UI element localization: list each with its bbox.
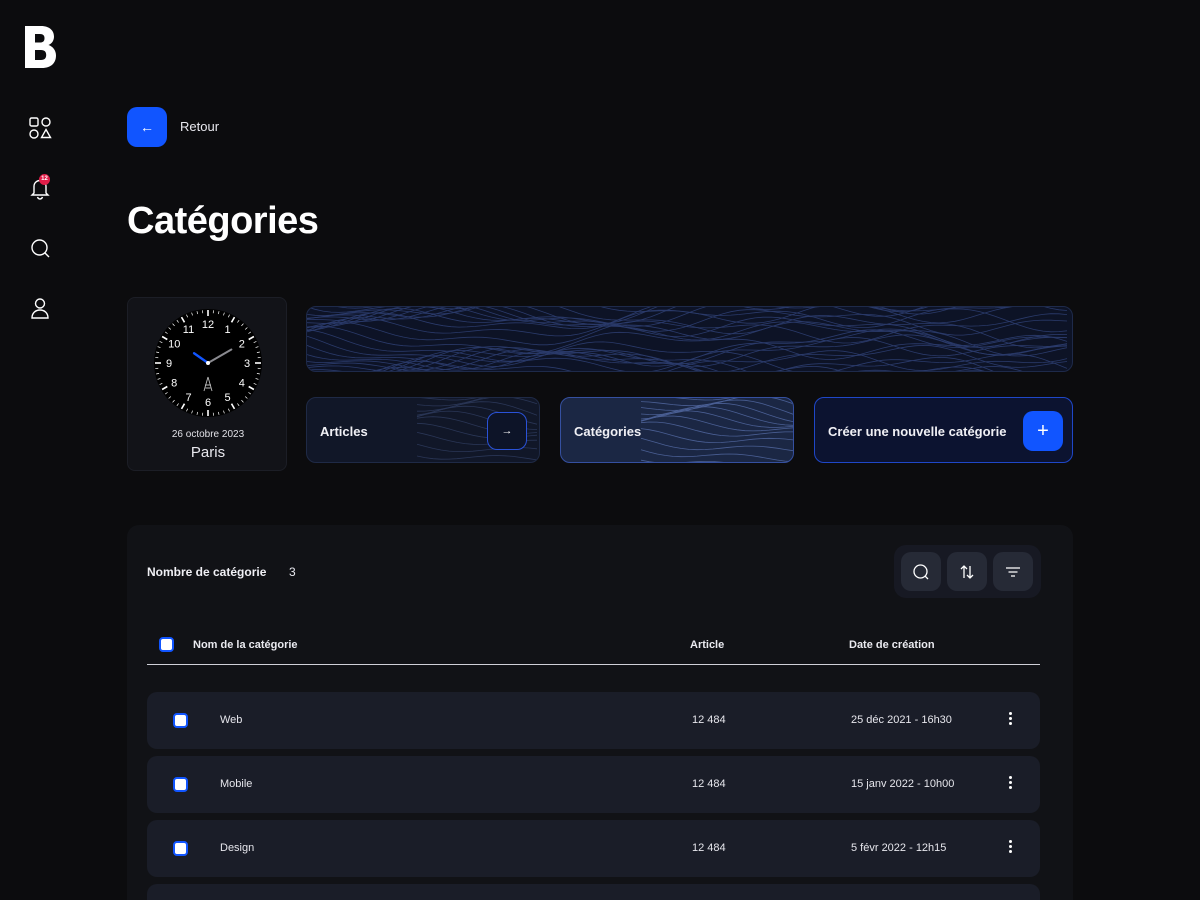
clock-numeral: 11 xyxy=(183,324,194,336)
clock-center xyxy=(206,361,210,365)
row-date: 25 déc 2021 - 16h30 xyxy=(851,714,952,726)
contour-line xyxy=(640,421,793,437)
row-name: Design xyxy=(220,842,255,854)
clock-numeral: 10 xyxy=(168,339,180,351)
filter-icon xyxy=(1006,566,1020,577)
sidebar: 12 xyxy=(0,0,80,900)
row-more-options-icon[interactable] xyxy=(1003,839,1017,857)
row-name: Mobile xyxy=(220,778,253,790)
contour-line xyxy=(640,415,793,432)
shapes-icon xyxy=(29,117,52,139)
row-articles: 12 484 xyxy=(692,842,726,854)
row-name: Web xyxy=(220,714,243,726)
contour-line xyxy=(307,307,1013,327)
clock-numeral: 9 xyxy=(166,358,172,370)
sidebar-item-search[interactable] xyxy=(26,234,54,262)
nav-card-categories-label: Catégories xyxy=(574,424,642,439)
clock-numeral: 6 xyxy=(205,397,211,409)
clock-numeral: 4 xyxy=(239,378,245,390)
table-row[interactable]: Mobile 12 484 15 janv 2022 - 10h00 xyxy=(147,756,1040,813)
brand-logo[interactable] xyxy=(22,24,58,70)
clock-face: 12 12 3 45 78 9 1011 6 xyxy=(154,309,262,417)
articles-arrow-button[interactable]: → xyxy=(487,412,527,450)
sidebar-item-profile[interactable] xyxy=(26,294,54,322)
contour-line xyxy=(674,398,731,401)
contour-line xyxy=(640,410,793,428)
row-date: 15 janv 2022 - 10h00 xyxy=(851,778,955,790)
clock-numeral: 12 xyxy=(202,319,214,331)
categories-table-panel: Nombre de catégorie 3 Nom de la catégori… xyxy=(127,525,1073,900)
contour-line xyxy=(640,399,793,416)
clock-widget: 12 1 2 3 4 5 7 8 9 10 11 6 26 octobre 2023 Paris xyxy=(127,297,287,471)
plus-icon: + xyxy=(1037,419,1049,442)
table-sort-button[interactable] xyxy=(947,552,987,591)
table-row[interactable]: Web 12 484 25 déc 2021 - 16h30 xyxy=(147,692,1040,749)
clock-numeral: 1 xyxy=(224,324,230,336)
search-icon xyxy=(31,239,50,258)
contour-line xyxy=(307,307,1068,333)
nav-card-categories[interactable]: Catégories xyxy=(560,397,794,463)
page-title: Catégories xyxy=(127,200,319,242)
clock-date: 26 octobre 2023 xyxy=(171,429,245,440)
column-header-date: Date de création xyxy=(849,639,935,651)
table-filter-button[interactable] xyxy=(993,552,1033,591)
arrow-left-icon: ← xyxy=(140,119,154,135)
notification-badge: 12 xyxy=(39,174,50,185)
user-icon xyxy=(31,298,49,319)
nav-card-articles[interactable]: Articles → xyxy=(306,397,540,463)
contour-line xyxy=(307,307,925,333)
row-more-options-icon[interactable] xyxy=(1003,775,1017,793)
search-icon xyxy=(913,563,929,579)
contour-line xyxy=(640,428,793,444)
table-toolbar xyxy=(894,545,1041,598)
table-row[interactable] xyxy=(147,884,1040,900)
table-header: Nom de la catégorie Article Date de créa… xyxy=(147,625,1040,665)
contour-line xyxy=(640,437,793,452)
sort-icon xyxy=(960,564,974,579)
row-checkbox[interactable] xyxy=(173,713,188,728)
nav-card-create-category[interactable]: Créer une nouvelle catégorie + xyxy=(814,397,1073,463)
clock-numeral: 5 xyxy=(224,392,230,404)
contour-line xyxy=(416,455,538,461)
contour-line xyxy=(640,449,793,462)
row-articles: 12 484 xyxy=(692,714,726,726)
back-button[interactable]: ← xyxy=(127,107,167,147)
sidebar-item-dashboard[interactable] xyxy=(26,114,54,142)
table-row[interactable]: Design 12 484 5 févr 2022 - 12h15 xyxy=(147,820,1040,877)
contour-line xyxy=(640,459,724,462)
clock-numeral: 7 xyxy=(185,392,191,404)
contour-line xyxy=(307,313,1068,346)
clock-numeral: 3 xyxy=(244,358,250,370)
topographic-pattern xyxy=(307,307,1068,371)
topographic-banner xyxy=(306,306,1073,372)
row-date: 5 févr 2022 - 12h15 xyxy=(851,842,947,854)
contour-line xyxy=(307,307,929,332)
clock-numeral: 2 xyxy=(239,339,245,351)
arrow-right-icon: → xyxy=(501,425,513,437)
table-search-button[interactable] xyxy=(901,552,941,591)
row-articles: 12 484 xyxy=(692,778,726,790)
clock-city: Paris xyxy=(190,444,226,461)
category-count-value: 3 xyxy=(289,565,296,579)
back-label[interactable]: Retour xyxy=(180,119,219,134)
nav-card-articles-label: Articles xyxy=(320,424,368,439)
contour-line xyxy=(307,307,1068,357)
column-header-articles: Article xyxy=(690,639,725,651)
column-header-name: Nom de la catégorie xyxy=(193,639,298,651)
sidebar-item-notifications[interactable]: 12 xyxy=(26,174,54,202)
row-checkbox[interactable] xyxy=(173,777,188,792)
contour-line xyxy=(307,334,1068,371)
clock-numeral: 8 xyxy=(171,378,177,390)
row-checkbox[interactable] xyxy=(173,841,188,856)
row-more-options-icon[interactable] xyxy=(1003,711,1017,729)
select-all-checkbox[interactable] xyxy=(159,637,174,652)
category-count-label: Nombre de catégorie xyxy=(147,565,267,579)
nav-card-create-label: Créer une nouvelle catégorie xyxy=(828,424,1007,439)
create-category-button[interactable]: + xyxy=(1023,411,1063,451)
